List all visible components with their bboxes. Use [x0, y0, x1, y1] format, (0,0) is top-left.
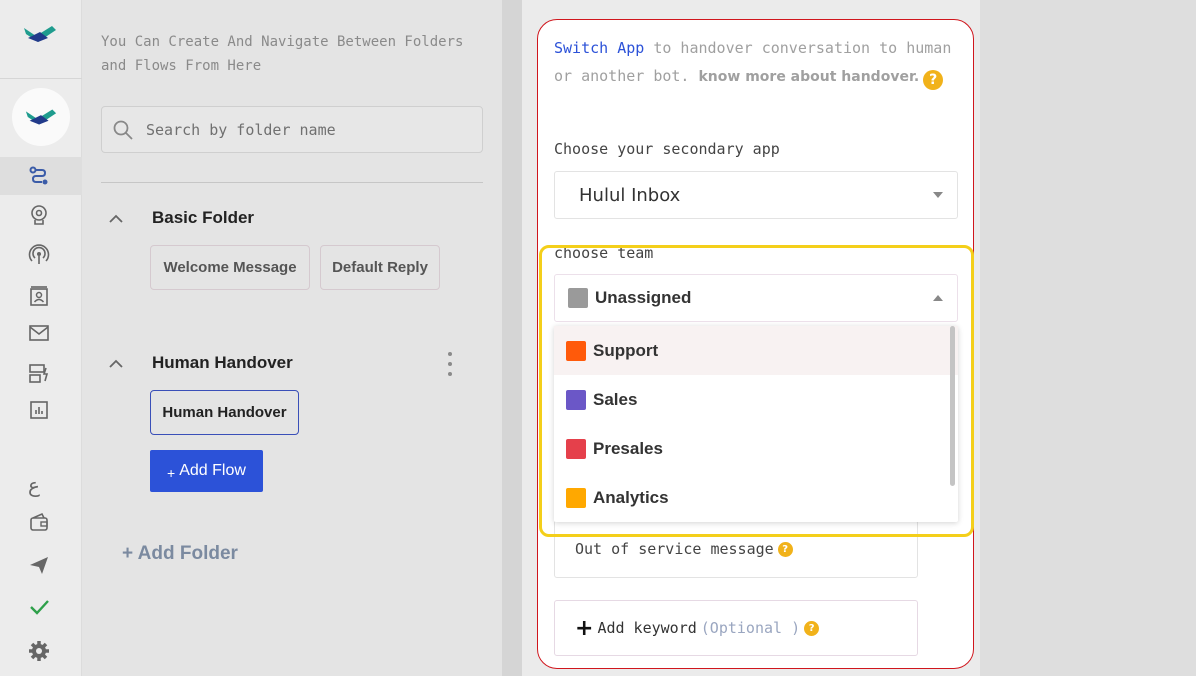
optional-label: (Optional ) — [700, 619, 801, 637]
add-folder-button[interactable]: + Add Folder — [122, 543, 238, 565]
chevron-up-icon[interactable] — [104, 208, 128, 228]
team-color-swatch — [568, 288, 588, 308]
help-icon[interactable]: ? — [923, 70, 944, 90]
plus-icon: + — [167, 465, 176, 481]
team-color-swatch — [566, 340, 586, 361]
team-select[interactable]: Unassigned — [554, 274, 958, 322]
contact-icon[interactable] — [0, 277, 82, 315]
team-color-swatch — [566, 487, 586, 508]
help-icon[interactable]: ? — [777, 541, 793, 557]
check-icon[interactable] — [0, 588, 82, 626]
flow-chip-default-reply[interactable]: Default Reply — [320, 245, 440, 290]
team-option-analytics[interactable]: Analytics — [554, 473, 958, 522]
team-dropdown: Support Sales Presales Analytics — [554, 326, 958, 522]
language-icon[interactable]: ع — [0, 466, 82, 504]
icon-rail: ع — [0, 0, 82, 676]
secondary-app-label: Choose your secondary app — [554, 140, 780, 158]
folder-name: Human Handover — [152, 353, 293, 372]
send-icon[interactable] — [0, 546, 82, 584]
out-of-service-field[interactable]: Out of service message ? — [554, 520, 918, 578]
team-color-swatch — [566, 438, 586, 459]
add-keyword-label: Add keyword — [597, 619, 697, 637]
settings-icon[interactable] — [0, 632, 82, 670]
folder-name: Basic Folder — [152, 208, 255, 227]
bot-logo-icon — [25, 109, 57, 125]
team-color-swatch — [566, 389, 586, 410]
team-option-label: Analytics — [593, 487, 669, 507]
add-keyword-button[interactable]: + Add keyword (Optional ) ? — [554, 600, 918, 656]
folder-human-handover[interactable]: Human Handover — [104, 353, 293, 373]
caret-up-icon — [933, 295, 943, 301]
out-of-service-label: Out of service message — [575, 540, 774, 558]
team-option-label: Support — [593, 340, 659, 360]
chevron-up-icon[interactable] — [104, 353, 128, 373]
switch-app-link[interactable]: Switch App — [554, 39, 644, 57]
bot-avatar[interactable] — [12, 88, 70, 146]
rail-divider — [0, 78, 82, 79]
add-flow-button[interactable]: + Add Flow — [150, 450, 263, 492]
switch-app-intro: Switch App to handover conversation to h… — [554, 34, 954, 91]
secondary-app-select[interactable]: Hulul Inbox — [554, 171, 958, 219]
panel-gap — [502, 0, 522, 676]
team-option-label: Presales — [593, 438, 663, 458]
folder-menu-icon[interactable] — [446, 350, 454, 378]
team-option-presales[interactable]: Presales — [554, 424, 958, 473]
flows-icon[interactable] — [0, 157, 82, 195]
secondary-app-value: Hulul Inbox — [579, 184, 681, 206]
analytics-icon[interactable] — [0, 391, 82, 429]
broadcast-icon[interactable] — [0, 236, 82, 274]
mail-icon[interactable] — [0, 314, 82, 352]
flow-chip-human-handover[interactable]: Human Handover — [150, 390, 299, 435]
flow-chip-welcome-message[interactable]: Welcome Message — [150, 245, 310, 290]
team-option-label: Sales — [593, 389, 638, 409]
plus-icon: + — [575, 615, 594, 641]
canvas-area — [980, 0, 1196, 676]
team-selected-value: Unassigned — [595, 288, 692, 307]
folder-panel: You Can Create And Navigate Between Fold… — [82, 0, 502, 676]
switch-app-card: Switch App to handover conversation to h… — [537, 19, 974, 669]
caret-down-icon — [933, 192, 943, 198]
wallet-icon[interactable] — [0, 503, 82, 541]
team-label: choose team — [554, 244, 654, 262]
folder-basic[interactable]: Basic Folder — [104, 208, 254, 228]
add-flow-label: Add Flow — [179, 462, 246, 479]
team-option-support[interactable]: Support — [554, 326, 958, 375]
search-input[interactable]: Search by folder name — [101, 106, 483, 153]
panel-separator — [101, 182, 483, 183]
forms-icon[interactable] — [0, 354, 82, 392]
brain-icon[interactable] — [0, 196, 82, 234]
team-option-sales[interactable]: Sales — [554, 375, 958, 424]
panel-hint: You Can Create And Navigate Between Fold… — [101, 34, 464, 74]
logo-icon[interactable] — [22, 24, 58, 48]
help-icon[interactable]: ? — [804, 620, 820, 636]
search-placeholder: Search by folder name — [146, 120, 336, 139]
know-more-link[interactable]: know more about handover. — [699, 69, 920, 85]
search-icon — [113, 120, 133, 140]
dropdown-scrollbar[interactable] — [950, 326, 955, 486]
